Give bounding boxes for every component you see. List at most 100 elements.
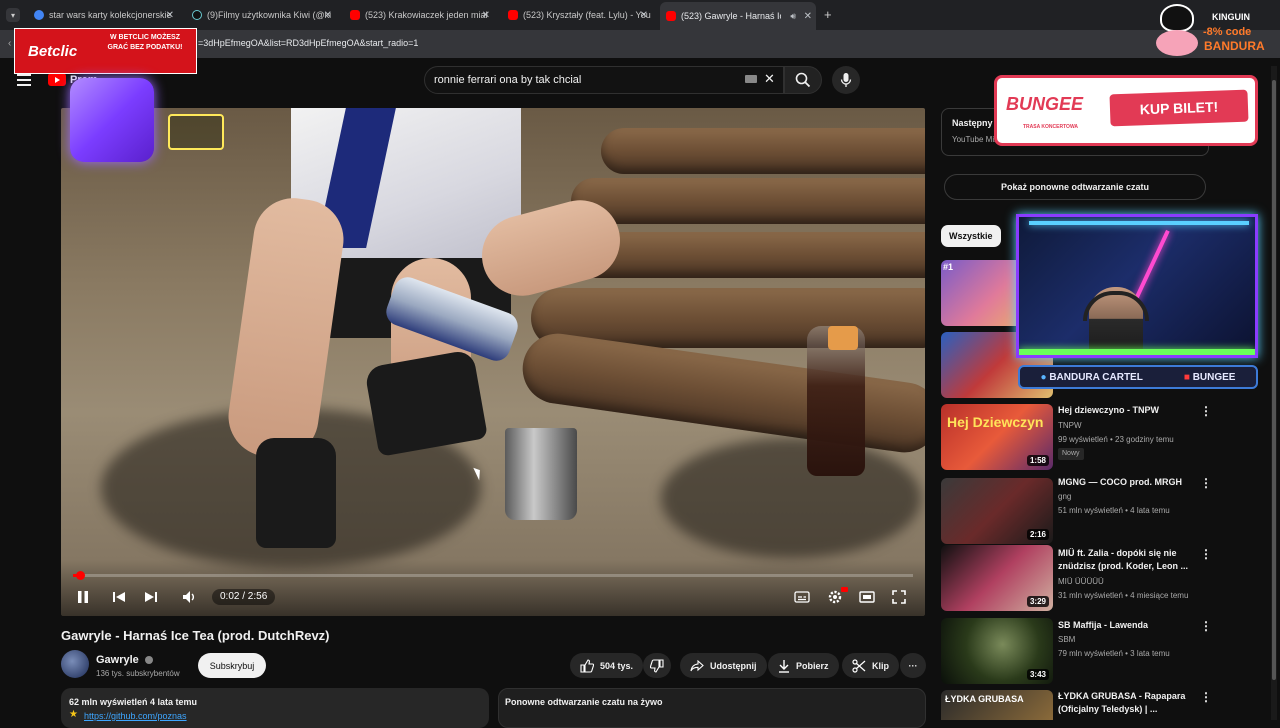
sidebar-video-meta: 99 wyświetleń • 23 godziny temu [1058, 435, 1174, 444]
sidebar-video-title[interactable]: Hej dziewczyno - TNPW [1058, 404, 1188, 417]
buy-ticket-banner: KUP BILET! [1109, 89, 1249, 127]
description-box[interactable] [61, 688, 489, 728]
sidebar-channel-name[interactable]: SBM [1058, 635, 1075, 644]
miniplayer-button[interactable] [857, 587, 877, 607]
menu-icon[interactable] [17, 74, 31, 86]
video-thumbnail[interactable]: Hej Dziewczyn 1:58 [941, 404, 1053, 470]
subscribe-button[interactable]: Subskrybuj [198, 653, 266, 678]
video-scene-shoe [256, 438, 336, 548]
video-duration: 2:16 [1026, 529, 1049, 540]
settings-button[interactable] [825, 587, 848, 607]
youtube-icon: ■ [1183, 371, 1190, 383]
voice-search-button[interactable] [832, 66, 860, 94]
next-sub-label: YouTube Mix [952, 135, 999, 144]
theater-mode-icon [859, 591, 875, 603]
new-badge: Nowy [1058, 448, 1084, 460]
browser-tab-3[interactable]: (523) Krakowiaczek jeden miał ✕ [344, 4, 494, 26]
fullscreen-button[interactable] [889, 587, 909, 607]
close-tab-icon[interactable]: ✕ [324, 10, 332, 21]
microphone-icon [840, 73, 852, 87]
more-actions-button[interactable]: ··· [900, 653, 926, 678]
close-tab-icon[interactable]: ✕ [640, 10, 648, 21]
back-arrow-icon[interactable]: ‹ [8, 38, 11, 49]
video-thumbnail[interactable]: 2:16 [941, 478, 1053, 544]
close-tab-icon[interactable]: ✕ [482, 10, 490, 21]
sidebar-channel-name[interactable]: MIÜ ÜÜÜÜÜ [1058, 577, 1104, 586]
tab-title: (523) Krakowiaczek jeden miał [365, 10, 488, 20]
sidebar-video-title[interactable]: ŁYDKA GRUBASA - Rapapara (Oficjalny Tele… [1058, 690, 1188, 716]
video-menu-button[interactable]: ⋮ [1200, 690, 1212, 704]
close-tab-icon[interactable]: ✕ [166, 10, 174, 21]
like-button[interactable]: 504 tys. [570, 653, 644, 678]
youtube-social-handle: ■ BUNGEE [1184, 372, 1236, 383]
previous-button[interactable] [109, 587, 129, 607]
tab-list-chevron-icon[interactable]: ▾ [6, 8, 20, 22]
video-menu-button[interactable]: ⋮ [1200, 404, 1212, 418]
betclic-logo: Betclic [28, 43, 78, 60]
progress-bar[interactable] [73, 574, 913, 577]
video-player[interactable] [61, 108, 925, 616]
new-tab-button[interactable]: + [824, 7, 832, 22]
thumbnail-caption: Hej Dziewczyn [947, 414, 1044, 430]
video-menu-button[interactable]: ⋮ [1200, 476, 1212, 490]
penguin-mascot-icon [1160, 4, 1194, 32]
video-duration: 3:29 [1026, 596, 1049, 607]
betclic-promo-text: W BETCLIC MOŻESZ GRAĆ BEZ PODATKU! [107, 34, 183, 51]
filter-chip-all[interactable]: Wszystkie [941, 225, 1001, 247]
url-field[interactable]: =3dHpEfmegOA&list=RD3dHpEfmegOA&start_ra… [198, 38, 418, 48]
keyboard-icon[interactable] [745, 75, 757, 83]
video-duration: 3:43 [1026, 669, 1049, 680]
subtitles-button[interactable] [792, 587, 812, 607]
youtube-favicon-icon [666, 11, 676, 21]
video-scene-shadow [661, 438, 921, 558]
time-display: 0:02 / 2:56 [212, 589, 276, 605]
twitter-handle-text: BANDURA CARTEL [1049, 371, 1143, 383]
youtube-handle-text: BUNGEE [1192, 371, 1236, 383]
channel-avatar[interactable] [61, 650, 89, 678]
search-button[interactable] [784, 66, 822, 94]
video-menu-button[interactable]: ⋮ [1200, 547, 1212, 561]
rank-badge: #1 [943, 262, 954, 272]
youtube-favicon-icon [350, 10, 360, 20]
download-label: Pobierz [796, 660, 829, 671]
video-thumbnail[interactable]: ŁYDKA GRUBASA [941, 690, 1053, 720]
video-menu-button[interactable]: ⋮ [1200, 619, 1212, 633]
next-button[interactable] [141, 587, 161, 607]
sidebar-video-title[interactable]: MGNG — COCO prod. MRGH [1058, 476, 1188, 489]
hd-badge-icon [841, 587, 848, 592]
tab-title: (523) Kryształy (feat. Lylu) - You [523, 10, 651, 20]
browser-tab-1[interactable]: star wars karty kolekcjonerskie ✕ [28, 4, 178, 26]
video-thumbnail[interactable]: 3:43 [941, 618, 1053, 684]
sidebar-channel-name[interactable]: gng [1058, 492, 1071, 501]
clip-button[interactable]: Klip [842, 653, 899, 678]
sidebar-video-title[interactable]: SB Maffija - Lawenda [1058, 619, 1188, 632]
channel-name[interactable]: Gawryle [96, 654, 153, 666]
clip-label: Klip [872, 660, 889, 671]
like-count: 504 tys. [600, 660, 634, 671]
streamer-social-bar: ● BANDURA CARTEL ■ BUNGEE [1018, 365, 1258, 389]
browser-tab-2[interactable]: (9)Filmy użytkownika Kiwi (@ki ✕ [186, 4, 336, 26]
progress-scrubber[interactable] [76, 571, 85, 580]
fullscreen-icon [892, 590, 906, 604]
google-favicon-icon [34, 10, 44, 20]
browser-tab-4[interactable]: (523) Kryształy (feat. Lylu) - You ✕ [502, 4, 652, 26]
previous-icon [113, 592, 125, 602]
sidebar-channel-name[interactable]: TNPW [1058, 421, 1082, 430]
close-tab-icon[interactable]: ✕ [804, 11, 812, 22]
pause-button[interactable] [73, 587, 93, 607]
chat-replay-panel[interactable] [498, 688, 926, 728]
search-input[interactable]: ronnie ferrari ona by tak chcial [434, 74, 581, 86]
description-stats: 62 mln wyświetleń 4 lata temu [69, 697, 198, 707]
share-button[interactable]: Udostępnij [680, 653, 767, 678]
neon-light-decoration [1029, 221, 1249, 225]
video-thumbnail[interactable]: 3:29 [941, 545, 1053, 611]
scrollbar-thumb[interactable] [1272, 80, 1276, 680]
speaker-icon[interactable]: 🔊︎ [790, 11, 796, 22]
show-chat-replay-button[interactable]: Pokaż ponowne odtwarzanie czatu [944, 174, 1206, 200]
dislike-button[interactable] [643, 653, 671, 678]
volume-button[interactable] [180, 587, 200, 607]
browser-tab-active[interactable]: (523) Gawryle - Harnaś Ice 🔊︎ ✕ [660, 2, 816, 30]
clear-search-icon[interactable]: ✕ [764, 71, 775, 87]
download-button[interactable]: Pobierz [768, 653, 839, 678]
sidebar-video-title[interactable]: MIÜ ft. Zalia - dopóki się nie znüdzisz … [1058, 547, 1188, 573]
